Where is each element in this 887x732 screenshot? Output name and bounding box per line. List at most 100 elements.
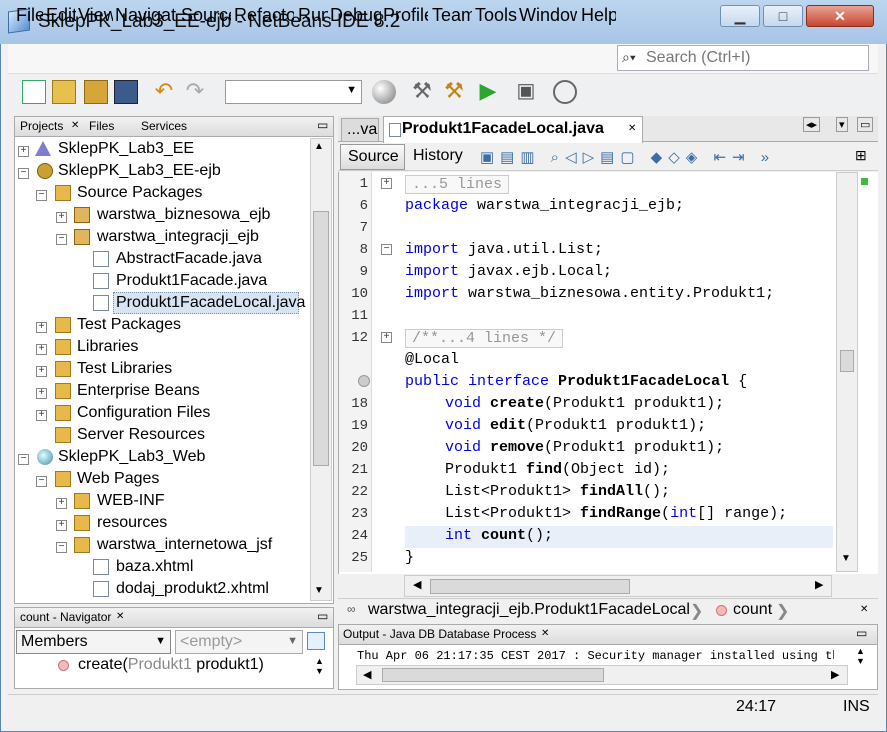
collapse-icon[interactable]: −	[56, 234, 67, 245]
close-icon[interactable]: ✕	[628, 123, 636, 134]
menu-debug[interactable]: Debug	[330, 5, 381, 26]
save-all-icon[interactable]	[114, 80, 138, 104]
editor-tool-icons[interactable]: ▣▤▥ ⌕◁▷▤▢ ◆◇◈ ⇤⇥ »	[480, 148, 775, 166]
expand-icon[interactable]: +	[36, 366, 47, 377]
build-hammer-icon[interactable]: ⚒	[410, 80, 434, 104]
tree-item[interactable]: resources	[97, 512, 167, 534]
expand-icon[interactable]: +	[36, 388, 47, 399]
minimize-panel-icon[interactable]: ▭	[317, 609, 328, 623]
new-file-icon[interactable]	[22, 80, 46, 104]
tree-item[interactable]: Server Resources	[77, 424, 205, 446]
folded-comment[interactable]: /**...4 lines */	[405, 329, 564, 348]
tab-files[interactable]: Files	[89, 119, 114, 133]
minimize-panel-icon[interactable]: ▭	[856, 626, 867, 640]
maximize-button[interactable]: □	[763, 5, 803, 27]
scrollbar-thumb[interactable]	[430, 579, 630, 594]
menu-refactor[interactable]: Refacto	[234, 5, 294, 26]
configuration-select[interactable]: ▼	[225, 80, 362, 104]
filter-select[interactable]: <empty> ▼	[175, 630, 303, 654]
split-editor-icon[interactable]: ⊞	[855, 147, 867, 164]
scrollbar-thumb[interactable]	[840, 350, 854, 372]
collapse-fold-icon[interactable]: −	[381, 244, 392, 255]
close-icon[interactable]: ✕	[860, 604, 868, 615]
tree-item[interactable]: Test Packages	[77, 314, 181, 336]
output-hscrollbar[interactable]: ◀ ▶	[356, 665, 848, 685]
tree-item[interactable]: SklepPK_Lab3_EE	[58, 138, 194, 160]
tree-item[interactable]: warstwa_integracji_ejb	[97, 226, 259, 248]
tree-item[interactable]: dodaj_produkt2.xhtml	[116, 578, 269, 600]
tab-history[interactable]: History	[413, 147, 463, 165]
minimize-button[interactable]: ▁	[720, 5, 760, 27]
new-project-icon[interactable]	[52, 80, 76, 104]
tree-item[interactable]: Test Libraries	[77, 358, 172, 380]
collapse-icon[interactable]: −	[36, 476, 47, 487]
scroll-down-icon[interactable]: ▼	[314, 585, 324, 596]
collapse-icon[interactable]: −	[18, 454, 29, 465]
tab-previous-file[interactable]: ...va	[341, 118, 379, 142]
expand-icon[interactable]: +	[56, 520, 67, 531]
expand-icon[interactable]: +	[36, 410, 47, 421]
undo-icon[interactable]: ↶	[152, 80, 176, 104]
output-title[interactable]: Output - Java DB Database Process	[343, 627, 536, 641]
redo-icon[interactable]: ↷	[183, 80, 207, 104]
menu-help[interactable]: Help	[581, 5, 616, 26]
search-input[interactable]: ⌕▾ Search (Ctrl+I)	[617, 45, 869, 71]
tree-item[interactable]: Enterprise Beans	[77, 380, 200, 402]
tree-item[interactable]: warstwa_internetowa_jsf	[97, 534, 272, 556]
menu-team[interactable]: Team	[432, 5, 472, 26]
tree-item[interactable]: SklepPK_Lab3_Web	[58, 446, 205, 468]
collapse-icon[interactable]: −	[36, 190, 47, 201]
close-icon[interactable]: ✕	[541, 628, 549, 639]
scroll-left-icon[interactable]: ◀	[363, 668, 371, 681]
collapse-icon[interactable]: −	[18, 168, 29, 179]
open-project-icon[interactable]	[84, 80, 108, 104]
menu-run[interactable]: Run	[298, 5, 328, 26]
output-scroll-icon[interactable]: ▲ ▼	[856, 646, 865, 666]
minimize-panel-icon[interactable]: ▭	[317, 118, 328, 132]
maximize-editor-icon[interactable]: ▭	[857, 117, 874, 132]
navigator-member[interactable]: create(Produkt1 produkt1)	[78, 656, 264, 674]
menu-tools[interactable]: Tools	[475, 5, 517, 26]
scroll-up-icon[interactable]: ▲	[314, 141, 324, 152]
scroll-right-icon[interactable]: ▶	[831, 668, 839, 681]
expand-icon[interactable]: +	[36, 322, 47, 333]
menu-edit[interactable]: Edit	[46, 5, 76, 26]
tab-scroll-icon[interactable]: ◂▸	[803, 117, 821, 132]
menu-window[interactable]: Window	[519, 5, 577, 26]
tab-source[interactable]: Source	[340, 144, 405, 170]
breadcrumb-path[interactable]: warstwa_integracji_ejb.Produkt1FacadeLoc…	[368, 601, 690, 619]
editor-hscrollbar[interactable]: ◀ ▶	[404, 575, 832, 597]
scroll-left-icon[interactable]: ◀	[413, 578, 421, 591]
close-icon[interactable]: ✕	[116, 611, 124, 622]
expand-icon[interactable]: +	[18, 146, 29, 157]
tree-item[interactable]: AbstractFacade.java	[116, 248, 262, 270]
scroll-down-icon[interactable]: ▼	[841, 553, 851, 564]
tree-item[interactable]: Libraries	[77, 336, 138, 358]
tree-item[interactable]: Configuration Files	[77, 402, 210, 424]
tree-item[interactable]: baza.xhtml	[116, 556, 193, 578]
debug-icon[interactable]: ▣	[514, 80, 538, 104]
navigator-scroll-icon[interactable]: ▲ ▼	[315, 656, 324, 676]
close-button[interactable]: ✕	[806, 5, 874, 27]
expand-icon[interactable]: +	[56, 212, 67, 223]
tree-item[interactable]: warstwa_biznesowa_ejb	[97, 204, 270, 226]
browser-globe-icon[interactable]	[372, 80, 396, 104]
insert-mode[interactable]: INS	[843, 698, 870, 716]
clean-build-icon[interactable]: ⚒	[442, 80, 466, 104]
breadcrumb-member[interactable]: count	[733, 601, 772, 619]
collapse-icon[interactable]: −	[56, 542, 67, 553]
expand-fold-icon[interactable]: +	[381, 332, 392, 343]
navigator-filter-icon[interactable]	[307, 632, 325, 650]
tree-item[interactable]: SklepPK_Lab3_EE-ejb	[58, 160, 221, 182]
tree-item[interactable]: WEB-INF	[97, 490, 165, 512]
expand-fold-icon[interactable]: +	[381, 178, 392, 189]
tree-item-selected[interactable]: Produkt1FacadeLocal.java	[116, 292, 305, 314]
scrollbar-thumb[interactable]	[382, 668, 604, 682]
menu-view[interactable]: View	[78, 5, 113, 26]
expand-icon[interactable]: +	[36, 344, 47, 355]
tree-item[interactable]: Produkt1Facade.java	[116, 270, 267, 292]
close-icon[interactable]: ✕	[71, 120, 79, 131]
folded-block[interactable]: ...5 lines	[405, 175, 510, 194]
editor-vscrollbar[interactable]: ▼	[836, 172, 858, 572]
tab-active-file[interactable]: Produkt1FacadeLocal.java ✕	[383, 116, 643, 143]
